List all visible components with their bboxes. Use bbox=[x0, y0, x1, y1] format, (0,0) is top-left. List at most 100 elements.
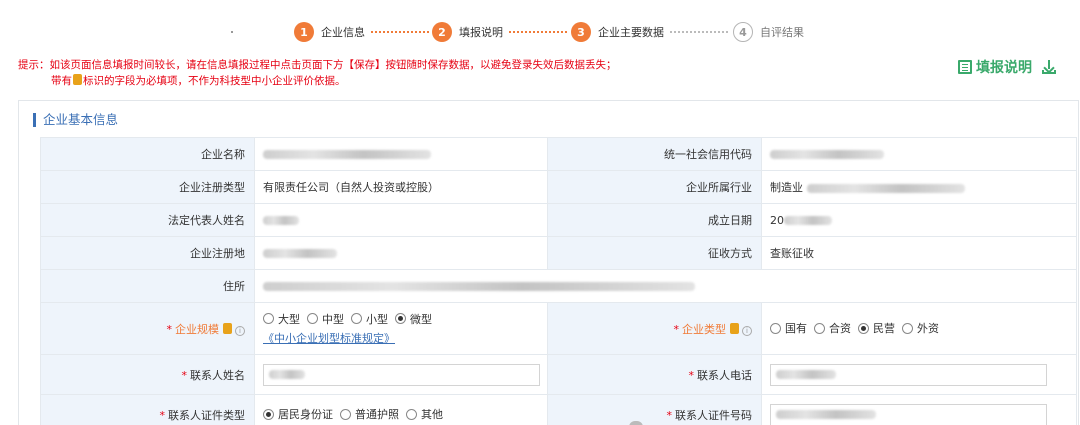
redacted-text bbox=[784, 216, 832, 225]
scale-option-medium[interactable]: 中型 bbox=[307, 311, 344, 327]
cursor-shadow bbox=[629, 421, 643, 425]
ent-type-value: 国有 合资 民营 外资 bbox=[761, 302, 1077, 355]
redacted-text bbox=[263, 216, 299, 225]
info-circle-icon[interactable]: i bbox=[742, 325, 752, 336]
contact-name-input[interactable] bbox=[263, 363, 540, 386]
contact-name-cell bbox=[254, 354, 548, 395]
required-mark: * bbox=[166, 322, 173, 336]
address-label: 住所 bbox=[40, 269, 255, 303]
id-type-option-resident[interactable]: 居民身份证 bbox=[263, 406, 333, 422]
scale-option-large[interactable]: 大型 bbox=[263, 311, 300, 327]
redacted-text bbox=[776, 370, 836, 379]
id-type-option-passport[interactable]: 普通护照 bbox=[340, 406, 399, 422]
table-row: 企业注册地 征收方式 查账征收 bbox=[40, 236, 1077, 270]
reg-place-value bbox=[254, 236, 548, 270]
table-row: 企业注册类型 有限责任公司（自然人投资或控股） 企业所属行业 制造业 bbox=[40, 170, 1077, 204]
step-label: 企业主要数据 bbox=[598, 26, 664, 39]
est-date-value-prefix: 20 bbox=[770, 213, 784, 227]
step-2[interactable]: 2 填报说明 bbox=[432, 21, 567, 43]
reg-place-label: 企业注册地 bbox=[40, 236, 255, 270]
redacted-text bbox=[806, 183, 965, 193]
ent-type-option-joint[interactable]: 合资 bbox=[814, 320, 851, 336]
book-list-icon bbox=[958, 60, 972, 74]
credit-code-value bbox=[761, 137, 1077, 171]
progress-steps: 1 企业信息 2 填报说明 3 企业主要数据 4 自评结果 bbox=[0, 21, 1080, 43]
scale-standard-link[interactable]: 《中小企业划型标准规定》 bbox=[263, 330, 395, 346]
table-row: 法定代表人姓名 成立日期 20 bbox=[40, 203, 1077, 237]
fill-guide-label: 填报说明 bbox=[976, 60, 1032, 76]
contact-name-label: * 联系人姓名 bbox=[40, 354, 255, 395]
id-type-option-other[interactable]: 其他 bbox=[406, 406, 443, 422]
id-type-value: 居民身份证 普通护照 其他 bbox=[254, 394, 548, 425]
redacted-text bbox=[263, 249, 337, 258]
required-mark: * bbox=[181, 368, 188, 382]
required-mark: * bbox=[673, 322, 680, 336]
info-circle-icon[interactable]: i bbox=[235, 325, 245, 336]
table-row: 住所 bbox=[40, 269, 1077, 303]
company-info-form: 企业名称 统一社会信用代码 企业注册类型 有限责任公司（自然人投资或控股） 企业… bbox=[40, 137, 1077, 425]
reg-type-label: 企业注册类型 bbox=[40, 170, 255, 204]
step-3[interactable]: 3 企业主要数据 bbox=[571, 21, 728, 43]
redacted-text bbox=[776, 410, 876, 419]
id-number-label: * 联系人证件号码 bbox=[547, 394, 762, 425]
scale-value: 大型 中型 小型 微型 《中小企业划型标准规定》 bbox=[254, 302, 548, 355]
ent-type-option-private[interactable]: 民营 bbox=[858, 320, 895, 336]
contact-phone-label: * 联系人电话 bbox=[547, 354, 762, 395]
contact-phone-cell bbox=[761, 354, 1077, 395]
industry-value: 制造业 bbox=[761, 170, 1077, 204]
id-number-cell bbox=[761, 394, 1077, 425]
table-row: 企业名称 统一社会信用代码 bbox=[40, 137, 1077, 171]
step-label: 企业信息 bbox=[321, 26, 365, 39]
id-number-input[interactable] bbox=[770, 403, 1047, 425]
notice-line-1: 提示：如该页面信息填报时间较长，请在信息填报过程中点击页面下方【保存】按钮随时保… bbox=[18, 59, 617, 71]
company-basic-info-panel: 企业基本信息 企业名称 统一社会信用代码 企业注册类型 有限责任公司（自然人投资… bbox=[18, 100, 1079, 425]
table-row: * 联系人证件类型 居民身份证 普通护照 其他 * 联系人证件号码 bbox=[40, 394, 1077, 425]
step-number: 4 bbox=[733, 22, 753, 42]
step-number: 1 bbox=[294, 22, 314, 42]
step-4[interactable]: 4 自评结果 bbox=[733, 21, 804, 43]
table-row: * 企业规模 i 大型 中型 小型 微型 《中小企业划型标准规定》 * 企业类型 i 国有 合资… bbox=[40, 302, 1077, 355]
step-label: 自评结果 bbox=[760, 26, 804, 39]
tag-icon bbox=[730, 322, 739, 334]
step-label: 填报说明 bbox=[459, 26, 503, 39]
tag-icon bbox=[223, 322, 232, 334]
scale-label: * 企业规模 i bbox=[40, 302, 255, 355]
tag-icon bbox=[73, 74, 82, 85]
tax-method-label: 征收方式 bbox=[547, 236, 762, 270]
ent-type-label-text: 企业类型 bbox=[682, 322, 726, 336]
address-value bbox=[254, 269, 1077, 303]
step-number: 3 bbox=[571, 22, 591, 42]
required-mark: * bbox=[666, 408, 673, 422]
est-date-value: 20 bbox=[761, 203, 1077, 237]
step-connector bbox=[509, 31, 567, 33]
ent-type-label: * 企业类型 i bbox=[547, 302, 762, 355]
step-number: 2 bbox=[432, 22, 452, 42]
scale-label-text: 企业规模 bbox=[175, 322, 219, 336]
legal-rep-label: 法定代表人姓名 bbox=[40, 203, 255, 237]
contact-phone-input[interactable] bbox=[770, 363, 1047, 386]
company-name-label: 企业名称 bbox=[40, 137, 255, 171]
required-mark: * bbox=[688, 368, 695, 382]
section-title: 企业基本信息 bbox=[33, 113, 118, 127]
notice-line-2-pre: 带有 bbox=[51, 75, 72, 87]
reg-type-value: 有限责任公司（自然人投资或控股） bbox=[254, 170, 548, 204]
step-connector bbox=[371, 31, 429, 33]
legal-rep-value bbox=[254, 203, 548, 237]
download-icon[interactable] bbox=[1042, 60, 1056, 74]
notice-line-2: 带有 标识的字段为必填项，不作为科技型中小企业评价依据。 bbox=[18, 73, 617, 89]
ent-type-option-foreign[interactable]: 外资 bbox=[902, 320, 939, 336]
est-date-label: 成立日期 bbox=[547, 203, 762, 237]
scale-option-small[interactable]: 小型 bbox=[351, 311, 388, 327]
scale-option-micro[interactable]: 微型 bbox=[395, 311, 432, 327]
fill-guide-link[interactable]: 填报说明 bbox=[958, 57, 1056, 77]
notice-text: 提示：如该页面信息填报时间较长，请在信息填报过程中点击页面下方【保存】按钮随时保… bbox=[18, 57, 617, 89]
redacted-text bbox=[263, 282, 695, 291]
notice-line-2-post: 标识的字段为必填项，不作为科技型中小企业评价依据。 bbox=[83, 75, 346, 87]
step-1[interactable]: 1 企业信息 bbox=[294, 21, 429, 43]
id-type-label: * 联系人证件类型 bbox=[40, 394, 255, 425]
tax-method-value: 查账征收 bbox=[761, 236, 1077, 270]
ent-type-option-state[interactable]: 国有 bbox=[770, 320, 807, 336]
credit-code-label: 统一社会信用代码 bbox=[547, 137, 762, 171]
industry-value-prefix: 制造业 bbox=[770, 181, 803, 194]
table-row: * 联系人姓名 * 联系人电话 bbox=[40, 354, 1077, 395]
